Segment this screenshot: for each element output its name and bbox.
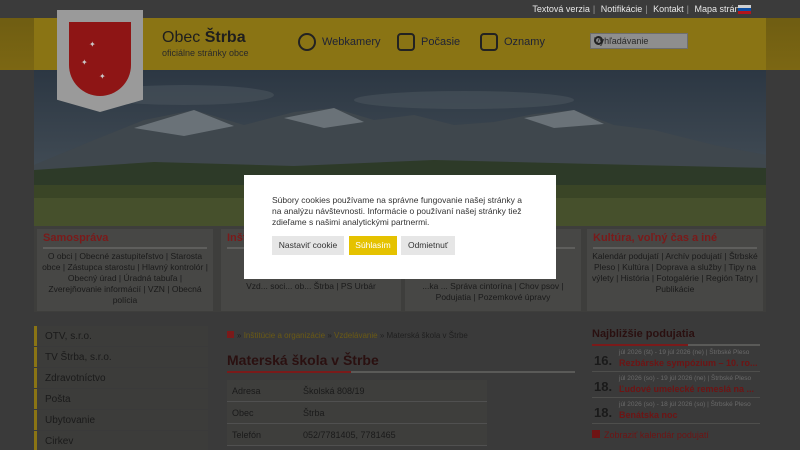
events-underline	[592, 344, 760, 346]
home-icon[interactable]	[227, 331, 234, 338]
separator: |	[592, 4, 596, 14]
title-underline	[227, 371, 575, 373]
row-value: 052/7781405, 7781465	[303, 429, 396, 440]
breadcrumb-current: Materská škola v Štrbe	[386, 331, 468, 340]
table-row: Adresa Školská 808/19	[227, 380, 487, 402]
event-day: 16.	[594, 353, 613, 368]
sidebar-item-post[interactable]: Pošta	[34, 389, 208, 409]
table-row: Telefón 052/7781405, 7781465	[227, 424, 487, 446]
sidebar-item-tv-strba[interactable]: TV Štrba, s.r.o.	[34, 347, 208, 367]
webcam-icon	[298, 33, 316, 51]
coat-of-arms-logo[interactable]: ✦ ✦ ✦	[57, 10, 143, 112]
event-meta: júl 2026 (so) - 19 júl 2026 (ne) | Štrbs…	[619, 375, 752, 382]
nav-weather[interactable]: Počasie	[397, 33, 460, 51]
top-links: Textová verzia | Notifikácie | Kontakt | Ma…	[531, 4, 750, 14]
category-samosprava: Samospráva O obci | Obecné zastupiteľstv…	[37, 229, 213, 311]
sidebar-item-otv[interactable]: OTV, s.r.o.	[34, 326, 208, 346]
cookie-message: Súbory cookies používame na správne fung…	[272, 195, 522, 227]
breadcrumb-education[interactable]: Vzdelávanie	[334, 331, 378, 340]
breadcrumb-separator: »	[237, 331, 242, 340]
category-title[interactable]: Kultúra, voľný čas a iné	[593, 232, 717, 244]
language-flag-icon[interactable]	[738, 5, 751, 14]
event-day: 18.	[594, 405, 613, 420]
category-title[interactable]: Samospráva	[43, 232, 108, 244]
event-item[interactable]: 18. júl 2026 (so) - 18 júl 2026 (so) | Š…	[592, 401, 760, 424]
site-title-prefix: Obec	[162, 29, 201, 46]
info-table: Adresa Školská 808/19 Obec Štrba Telefón 05…	[227, 380, 487, 446]
row-value: Školská 808/19	[303, 385, 365, 396]
site-subtitle: oficiálne stránky obce	[162, 48, 249, 58]
nav-weather-label: Počasie	[421, 36, 461, 48]
nav-announcements-label: Oznamy	[504, 36, 545, 48]
cookie-accept-button[interactable]: Súhlasím	[349, 236, 397, 255]
sidebar-item-church[interactable]: Cirkev	[34, 431, 208, 450]
separator: |	[645, 4, 648, 14]
search-input[interactable]: Vyhľadávanie	[590, 33, 688, 49]
event-item[interactable]: 18. júl 2026 (so) - 19 júl 2026 (ne) | Š…	[592, 375, 760, 398]
page-title: Materská škola v Štrbe	[227, 352, 379, 368]
cookie-settings-button[interactable]: Nastaviť cookie	[272, 236, 344, 255]
nav-webcams[interactable]: Webkamery	[298, 33, 380, 51]
site-title-name: Štrba	[204, 29, 246, 46]
weather-icon	[397, 33, 415, 51]
category-links[interactable]: Vzd... soci... ob... Štrba | PS Urbár	[225, 281, 397, 292]
row-label: Telefón	[232, 429, 262, 440]
event-meta: júl 2026 (št) - 19 júl 2026 (ne) | Štrbs…	[619, 349, 750, 356]
row-label: Adresa	[232, 385, 261, 396]
search-icon[interactable]	[594, 36, 603, 45]
contact-link[interactable]: Kontakt	[653, 4, 684, 14]
site-title[interactable]: Obec Štrba	[162, 29, 246, 47]
announcements-icon	[480, 33, 498, 51]
sidebar-item-healthcare[interactable]: Zdravotníctvo	[34, 368, 208, 388]
event-title[interactable]: Ľudové umelecké remeslá na ...	[619, 384, 759, 394]
row-label: Obec	[232, 407, 254, 418]
events-panel: Najbližšie podujatia 16. júl 2026 (št) -…	[592, 328, 760, 424]
events-title: Najbližšie podujatia	[592, 328, 695, 340]
coat-shield: ✦ ✦ ✦	[69, 22, 131, 96]
table-row: Obec Štrba	[227, 402, 487, 424]
row-value: Štrba	[303, 407, 325, 418]
sidebar-nav: OTV, s.r.o. TV Štrba, s.r.o. Zdravotníct…	[34, 326, 208, 450]
category-culture: Kultúra, voľný čas a iné Kalendár poduja…	[587, 229, 763, 311]
breadcrumb-separator: »	[327, 331, 332, 340]
category-links[interactable]: Kalendár podujatí | Archív podujatí | Št…	[591, 251, 759, 295]
calendar-icon	[592, 430, 600, 438]
event-day: 18.	[594, 379, 613, 394]
star-icon: ✦	[81, 58, 88, 67]
calendar-link[interactable]: Zobraziť kalendár podujatí	[592, 430, 709, 440]
divider	[43, 247, 207, 249]
category-links[interactable]: ...ka ... Správa cintorína | Chov psov |…	[409, 281, 577, 303]
notifications-link[interactable]: Notifikácie	[601, 4, 643, 14]
breadcrumb-separator: »	[379, 331, 385, 340]
cookie-reject-button[interactable]: Odmietnuť	[401, 236, 455, 255]
event-title[interactable]: Benátska noc	[619, 410, 759, 420]
event-meta: júl 2026 (so) - 18 júl 2026 (so) | Štrbs…	[619, 401, 751, 408]
breadcrumb-institutions[interactable]: Inštitúcie a organizácie	[244, 331, 325, 340]
divider	[593, 247, 757, 249]
event-item[interactable]: 16. júl 2026 (št) - 19 júl 2026 (ne) | Š…	[592, 349, 760, 372]
cookie-consent-dialog: Súbory cookies používame na správne fung…	[244, 175, 556, 279]
category-links[interactable]: O obci | Obecné zastupiteľstvo | Starost…	[41, 251, 209, 306]
text-version-link[interactable]: Textová verzia	[532, 4, 590, 14]
nav-webcams-label: Webkamery	[322, 36, 381, 48]
star-icon: ✦	[99, 72, 106, 81]
nav-announcements[interactable]: Oznamy	[480, 33, 545, 51]
separator: |	[686, 4, 689, 14]
event-title[interactable]: Rezbárske sympózium – 10. ro...	[619, 358, 759, 368]
calendar-link-label: Zobraziť kalendár podujatí	[604, 430, 709, 440]
sidebar-item-accommodation[interactable]: Ubytovanie	[34, 410, 208, 430]
star-icon: ✦	[89, 40, 96, 49]
breadcrumb: » Inštitúcie a organizácie » Vzdelávanie…	[227, 331, 468, 340]
